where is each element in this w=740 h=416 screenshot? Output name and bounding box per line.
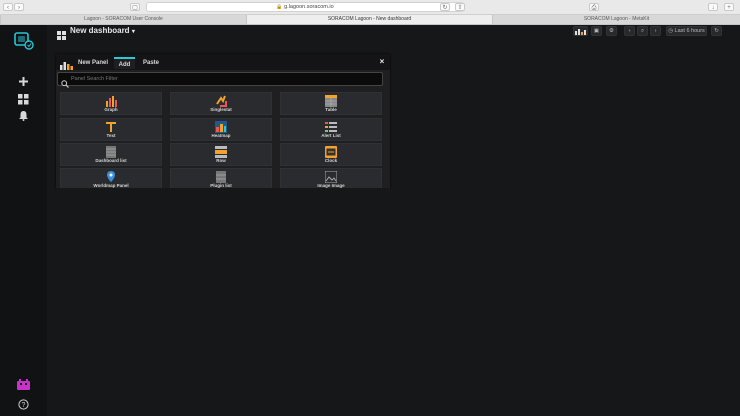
panel-title: New Panel	[78, 60, 109, 66]
singlestat-icon	[215, 94, 227, 107]
time-range-picker[interactable]: ◷ Last 6 hours	[666, 26, 707, 36]
clock-icon	[325, 145, 337, 158]
share-button[interactable]: ⇧	[455, 3, 465, 11]
time-range-label: Last 6 hours	[674, 28, 705, 34]
lagoon-logo-icon[interactable]	[14, 32, 34, 50]
dashboard-grid-icon	[57, 27, 66, 40]
dashboards-grid-icon[interactable]	[18, 92, 29, 105]
time-forward-icon[interactable]: ›	[650, 26, 661, 36]
row-icon	[215, 145, 227, 158]
downloads-button[interactable]: ↓	[708, 3, 718, 11]
dashboard-title[interactable]: New dashboard ▾	[70, 25, 135, 38]
url-text: g.lagoon.soracom.io	[284, 4, 334, 10]
close-icon[interactable]: ×	[377, 57, 387, 67]
dashboard-title-text: New dashboard	[70, 26, 130, 35]
panel-type-label: Heatmap	[211, 133, 231, 138]
zoom-out-icon[interactable]: ⌕	[637, 26, 648, 36]
image-icon	[324, 170, 338, 184]
url-bar[interactable]: 🔒 g.lagoon.soracom.io	[146, 2, 464, 12]
extensions-button[interactable]: +	[724, 3, 734, 11]
panel-type-label: Dashboard list	[95, 158, 127, 163]
table-icon	[325, 94, 337, 107]
save-icon[interactable]: ▣	[591, 26, 602, 36]
browser-tab-1[interactable]: Lagoon - SORACOM User Console	[0, 15, 246, 24]
browser-tab-3[interactable]: SORACOM Lagoon - MetaKit	[492, 15, 740, 24]
clock-small-icon: ◷	[668, 28, 673, 34]
refresh-icon[interactable]: ↻	[711, 26, 722, 36]
alert-list-icon	[325, 120, 337, 132]
back-button[interactable]: ‹	[3, 3, 13, 11]
user-avatar-icon[interactable]	[17, 378, 30, 390]
panel-type-label: Text	[106, 133, 116, 138]
dashboard-list-icon	[105, 145, 117, 158]
print-button[interactable]: ⎙	[589, 3, 599, 11]
sidebar-toggle-button[interactable]: ▢	[130, 3, 140, 11]
browser-tab-2[interactable]: SORACOM Lagoon - New dashboard	[246, 15, 492, 24]
panel-type-label: Graph	[104, 107, 118, 112]
search-icon	[61, 75, 69, 88]
forward-button[interactable]: ›	[14, 3, 24, 11]
tab-paste[interactable]: Paste	[140, 57, 162, 69]
browser-tab-1-title: Lagoon - SORACOM User Console	[84, 16, 163, 22]
panel-type-label: Clock	[324, 158, 338, 163]
panel-graph-icon	[60, 57, 74, 70]
search-input[interactable]	[71, 73, 371, 85]
plus-icon[interactable]	[18, 74, 29, 86]
add-panel-button[interactable]	[573, 26, 588, 36]
panel-type-label: Table	[325, 107, 337, 112]
svg-text:?: ?	[22, 402, 26, 409]
graph-icon	[105, 94, 117, 107]
bell-icon[interactable]	[18, 108, 29, 121]
lock-icon: 🔒	[276, 4, 283, 10]
panel-bottom-mask	[56, 188, 390, 198]
panel-type-label: Alert List	[321, 133, 341, 138]
panel-type-label: Row	[216, 158, 226, 163]
panel-type-label: Singlestat	[210, 107, 232, 112]
worldmap-icon	[105, 170, 117, 182]
browser-tab-3-title: SORACOM Lagoon - MetaKit	[583, 16, 650, 22]
help-icon[interactable]: ?	[18, 397, 29, 410]
plugin-list-icon	[215, 170, 227, 183]
browser-tab-2-title: SORACOM Lagoon - New dashboard	[327, 16, 412, 22]
heatmap-icon	[215, 120, 227, 133]
settings-gear-icon[interactable]: ⚙	[606, 26, 617, 36]
reload-button[interactable]: ↻	[440, 3, 450, 11]
caret-down-icon: ▾	[131, 29, 135, 35]
tab-add[interactable]: Add	[114, 57, 135, 69]
text-icon	[105, 120, 117, 132]
time-back-icon[interactable]: ‹	[624, 26, 635, 36]
